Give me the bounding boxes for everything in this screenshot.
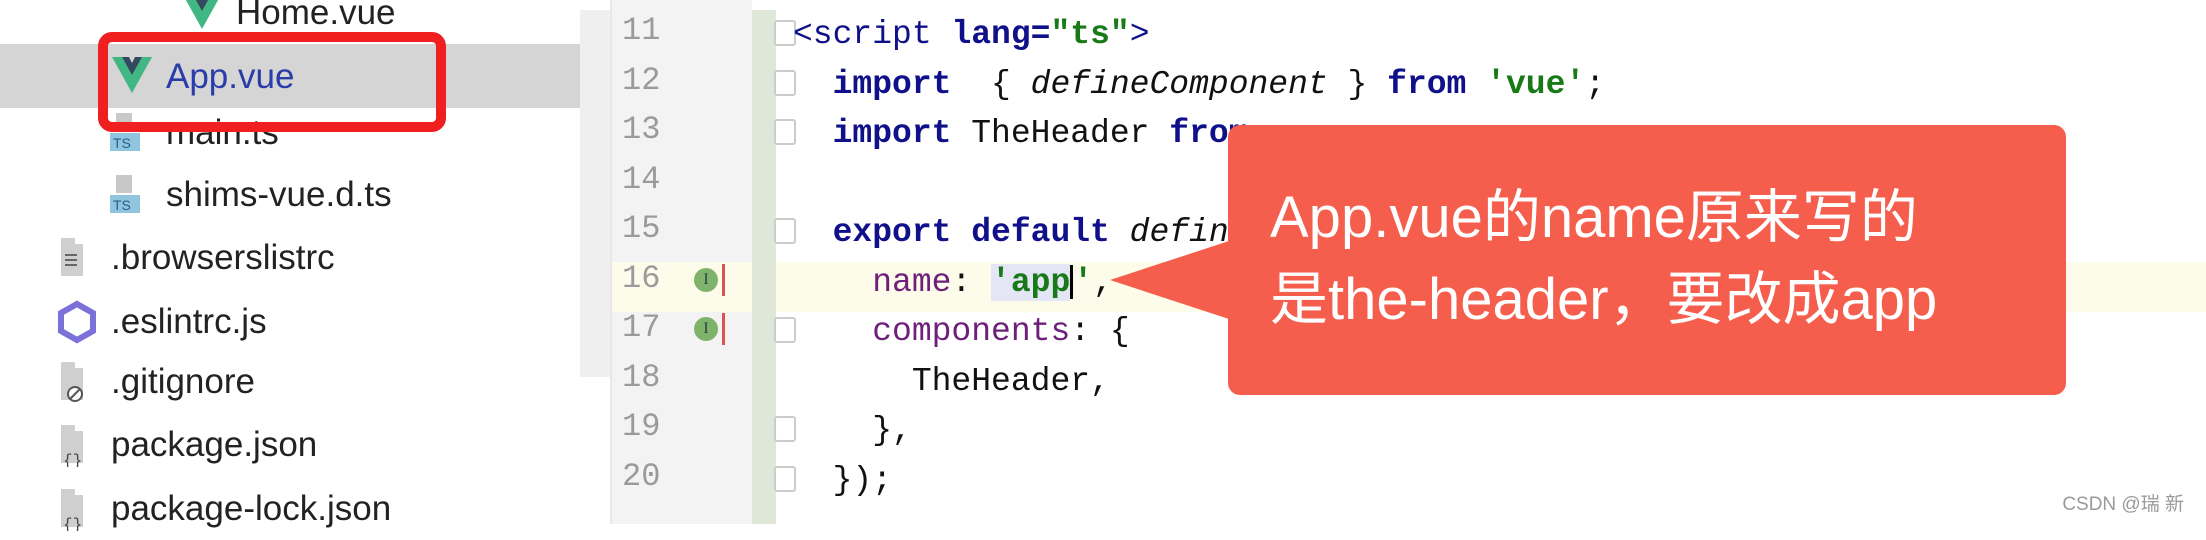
scrollbar[interactable] [580,10,610,377]
tree-item[interactable]: .browserslistrc [55,233,335,283]
code-token: import [793,65,952,103]
line-number: 18 [622,358,661,396]
json-file-icon: {} [55,423,103,470]
code-token: "ts" [1050,16,1130,53]
implements-marker-icon[interactable]: I [694,317,718,341]
code-line[interactable]: }, [793,412,912,449]
annotation-callout: App.vue的name原来写的 是the-header，要改成app [1228,125,2066,395]
line-number: 11 [622,12,661,49]
tree-item-label: Home.vue [236,0,396,32]
code-line[interactable]: import TheHeader from [793,115,1249,152]
svg-text:{}: {} [63,452,82,467]
text-file-icon [55,236,103,280]
change-marker-bar [752,10,776,524]
code-token: name [793,263,952,301]
code-token: lang= [951,16,1051,53]
line-number: 14 [622,160,661,198]
code-token: TheHeader [951,115,1170,152]
tree-item[interactable]: {} package.json [55,420,317,470]
code-token: ; [1585,65,1606,103]
code-line[interactable]: import { defineComponent } from 'vue'; [793,66,1605,103]
code-token: } [1327,65,1388,103]
line-number: 16 [622,259,661,297]
code-line[interactable]: components: { [793,313,1129,350]
code-token: defineComponent [1030,65,1328,103]
code-token: from [1387,65,1467,103]
ignore-file-icon [55,360,103,404]
code-token: 'vue' [1486,65,1586,103]
callout-pointer [1110,240,1232,320]
tree-item-label: package-lock.json [111,489,392,528]
code-token: 'app [991,263,1071,301]
code-token: import [793,115,952,152]
eslint-icon [55,300,103,344]
code-line[interactable]: <script lang="ts"> [793,16,1150,53]
tree-item[interactable]: .gitignore [55,357,255,407]
code-token: }); [793,461,893,499]
code-token: : [951,263,992,301]
tree-item-label: .gitignore [111,362,255,401]
highlight-box [98,32,446,132]
tree-item[interactable]: .eslintrc.js [55,297,267,347]
svg-text:TS: TS [113,135,131,151]
line-number: 13 [622,111,661,148]
callout-line-1: App.vue的name原来写的 [1270,185,1918,250]
line-number: 17 [622,309,661,346]
code-token: }, [793,412,912,449]
code-token: export default [793,214,1110,251]
vue-icon [180,0,228,35]
arrow-up-icon [722,263,725,296]
code-token: > [1129,16,1150,53]
line-number: 20 [622,457,661,495]
line-number: 19 [622,408,661,445]
code-line[interactable]: TheHeader, [793,363,1110,400]
json-file-icon: {} [55,487,103,534]
code-token: components [793,313,1071,350]
watermark: CSDN @瑞 新 [2062,494,2184,515]
ts-file-icon: TS [110,173,158,217]
code-token: <script [793,16,952,53]
arrow-up-icon [722,313,725,345]
line-number: 12 [622,61,661,99]
tree-item-label: package.json [111,425,318,464]
svg-text:TS: TS [113,197,131,213]
callout-line-2: 是the-header，要改成app [1270,267,1938,332]
code-line[interactable]: name: 'app', [793,263,1113,301]
tree-item[interactable]: {} package-lock.json [55,484,391,534]
code-token: TheHeader, [793,362,1110,400]
tree-item-label: .eslintrc.js [111,302,267,341]
line-number: 15 [622,210,661,247]
code-token: { [951,65,1031,103]
code-token: ' [1073,263,1094,301]
tree-item-label: shims-vue.d.ts [166,175,392,214]
project-tree: Home.vue App.vue TS main.ts TS shims-vue.d.ts… [0,0,610,534]
tree-item[interactable]: TS shims-vue.d.ts [110,170,392,220]
tree-item-label: .browserslistrc [111,238,335,277]
implements-marker-icon[interactable]: I [694,267,718,292]
code-line[interactable]: }); [793,462,892,499]
